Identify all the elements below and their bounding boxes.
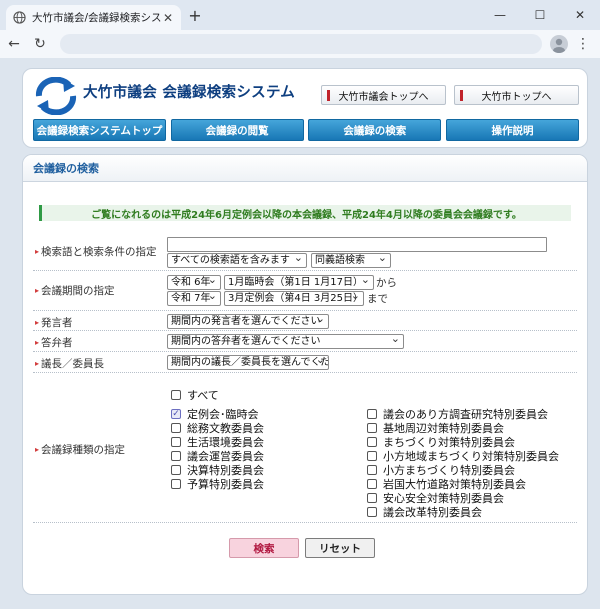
page: 大竹市議会 会議録検索システム 大竹市議会トップへ 大竹市トップへ 会議録検索シ…	[0, 58, 600, 609]
checkbox-icon	[171, 465, 181, 475]
period-label: 会議期間の指定	[35, 283, 115, 298]
keyword-mode-select[interactable]: すべての検索語を含みます	[167, 253, 307, 268]
type-all-checkbox[interactable]: すべて	[171, 387, 219, 403]
checked-checkbox-icon	[171, 409, 181, 419]
nav-search[interactable]: 会議録の検索	[308, 119, 442, 141]
keyword-label: 検索語と検索条件の指定	[35, 244, 157, 259]
synonym-select[interactable]: 同義語検索	[311, 253, 391, 268]
from-year-select[interactable]: 令和 6年	[167, 275, 221, 290]
type-all-label: すべて	[187, 389, 219, 402]
checkbox-icon	[367, 423, 377, 433]
from-suffix: から	[376, 277, 397, 289]
close-tab-icon[interactable]: ✕	[161, 11, 175, 25]
meeting-type-label: 予算特別委員会	[187, 478, 264, 491]
checkbox-icon	[171, 479, 181, 489]
city-logo-icon	[33, 76, 79, 116]
checkbox-icon	[367, 493, 377, 503]
back-arrow-icon[interactable]: ←	[4, 34, 24, 54]
close-window-icon[interactable]: ✕	[560, 0, 600, 30]
reset-button[interactable]: リセット	[305, 538, 375, 558]
menu-dots-icon[interactable]: ⋮	[576, 36, 590, 52]
speaker-row: 発言者 期間内の発言者を選んでください	[33, 311, 577, 331]
reload-icon[interactable]: ↻	[30, 34, 50, 54]
section-title: 会議録の検索	[23, 155, 587, 182]
types-row: 会議録種類の指定 すべて 定例会･臨時会総務文教委員会生活環境委員会議会運営委員…	[33, 373, 577, 523]
types-label: 会議録種類の指定	[35, 442, 125, 457]
search-button[interactable]: 検索	[229, 538, 299, 558]
to-suffix: まで	[367, 293, 388, 305]
nav-browse[interactable]: 会議録の閲覧	[170, 119, 304, 141]
respondent-label: 答弁者	[35, 335, 73, 350]
council-top-link[interactable]: 大竹市議会トップへ	[321, 85, 446, 105]
browser-tab-bar: 大竹市議会/会議録検索システム ✕ + — ☐ ✕	[0, 0, 600, 30]
to-year-select[interactable]: 令和 7年	[167, 291, 221, 306]
meeting-type-label: 議会改革特別委員会	[383, 506, 482, 519]
speaker-select[interactable]: 期間内の発言者を選んでください	[167, 314, 329, 329]
checkbox-icon	[367, 409, 377, 419]
to-session-select[interactable]: 3月定例会（第4日 3月25日）	[224, 291, 364, 306]
from-session-select[interactable]: 1月臨時会（第1日 1月17日）	[224, 275, 374, 290]
checkbox-icon	[171, 451, 181, 461]
respondent-row: 答弁者 期間内の答弁者を選んでください	[33, 331, 577, 352]
checkbox-icon	[171, 423, 181, 433]
address-bar[interactable]	[60, 34, 542, 54]
link-marker-icon	[460, 90, 463, 101]
checkbox-icon	[367, 437, 377, 447]
tab-title: 大竹市議会/会議録検索システム	[32, 12, 161, 24]
site-title: 大竹市議会 会議録検索システム	[83, 85, 296, 101]
meeting-type-checkbox[interactable]: 予算特別委員会	[171, 476, 264, 492]
city-top-link[interactable]: 大竹市トップへ	[454, 85, 579, 105]
checkbox-icon	[171, 437, 181, 447]
site-header: 大竹市議会 会議録検索システム 大竹市議会トップへ 大竹市トップへ 会議録検索シ…	[22, 68, 588, 148]
main-nav: 会議録検索システムトップ 会議録の閲覧 会議録の検索 操作説明	[33, 119, 579, 141]
meeting-type-checkbox[interactable]: 議会改革特別委員会	[367, 504, 482, 520]
minimize-icon[interactable]: —	[480, 0, 520, 30]
city-top-link-label: 大竹市トップへ	[481, 91, 552, 103]
chair-row: 議長／委員長 期間内の議長／委員長を選んでください	[33, 352, 577, 373]
chair-select[interactable]: 期間内の議長／委員長を選んでください	[167, 355, 329, 370]
checkbox-icon	[367, 479, 377, 489]
council-top-link-label: 大竹市議会トップへ	[338, 91, 429, 103]
period-row: 会議期間の指定 令和 6年 1月臨時会（第1日 1月17日） から 令和 7年 …	[33, 271, 577, 311]
keyword-row: 検索語と検索条件の指定 すべての検索語を含みます 同義語検索	[33, 231, 577, 271]
checkbox-icon	[171, 390, 181, 400]
nav-help[interactable]: 操作説明	[445, 119, 579, 141]
respondent-select[interactable]: 期間内の答弁者を選んでください	[167, 334, 404, 349]
speaker-label: 発言者	[35, 315, 73, 330]
link-marker-icon	[327, 90, 330, 101]
keyword-input[interactable]	[167, 237, 547, 252]
nav-system-top[interactable]: 会議録検索システムトップ	[33, 119, 166, 141]
search-form-card: 会議録の検索 ご覧になれるのは平成24年6月定例会以降の本会議録、平成24年4月…	[22, 154, 588, 595]
browser-tab[interactable]: 大竹市議会/会議録検索システム ✕	[6, 5, 181, 30]
checkbox-icon	[367, 465, 377, 475]
globe-icon	[12, 11, 26, 25]
maximize-icon[interactable]: ☐	[520, 0, 560, 30]
checkbox-icon	[367, 507, 377, 517]
new-tab-button[interactable]: +	[185, 6, 205, 26]
browser-toolbar: ← ↻ ⋮	[0, 30, 600, 58]
checkbox-icon	[367, 451, 377, 461]
chair-label: 議長／委員長	[35, 356, 104, 371]
availability-notice: ご覧になれるのは平成24年6月定例会以降の本会議録、平成24年4月以降の委員会会…	[39, 205, 571, 221]
profile-avatar-icon[interactable]	[550, 35, 568, 53]
